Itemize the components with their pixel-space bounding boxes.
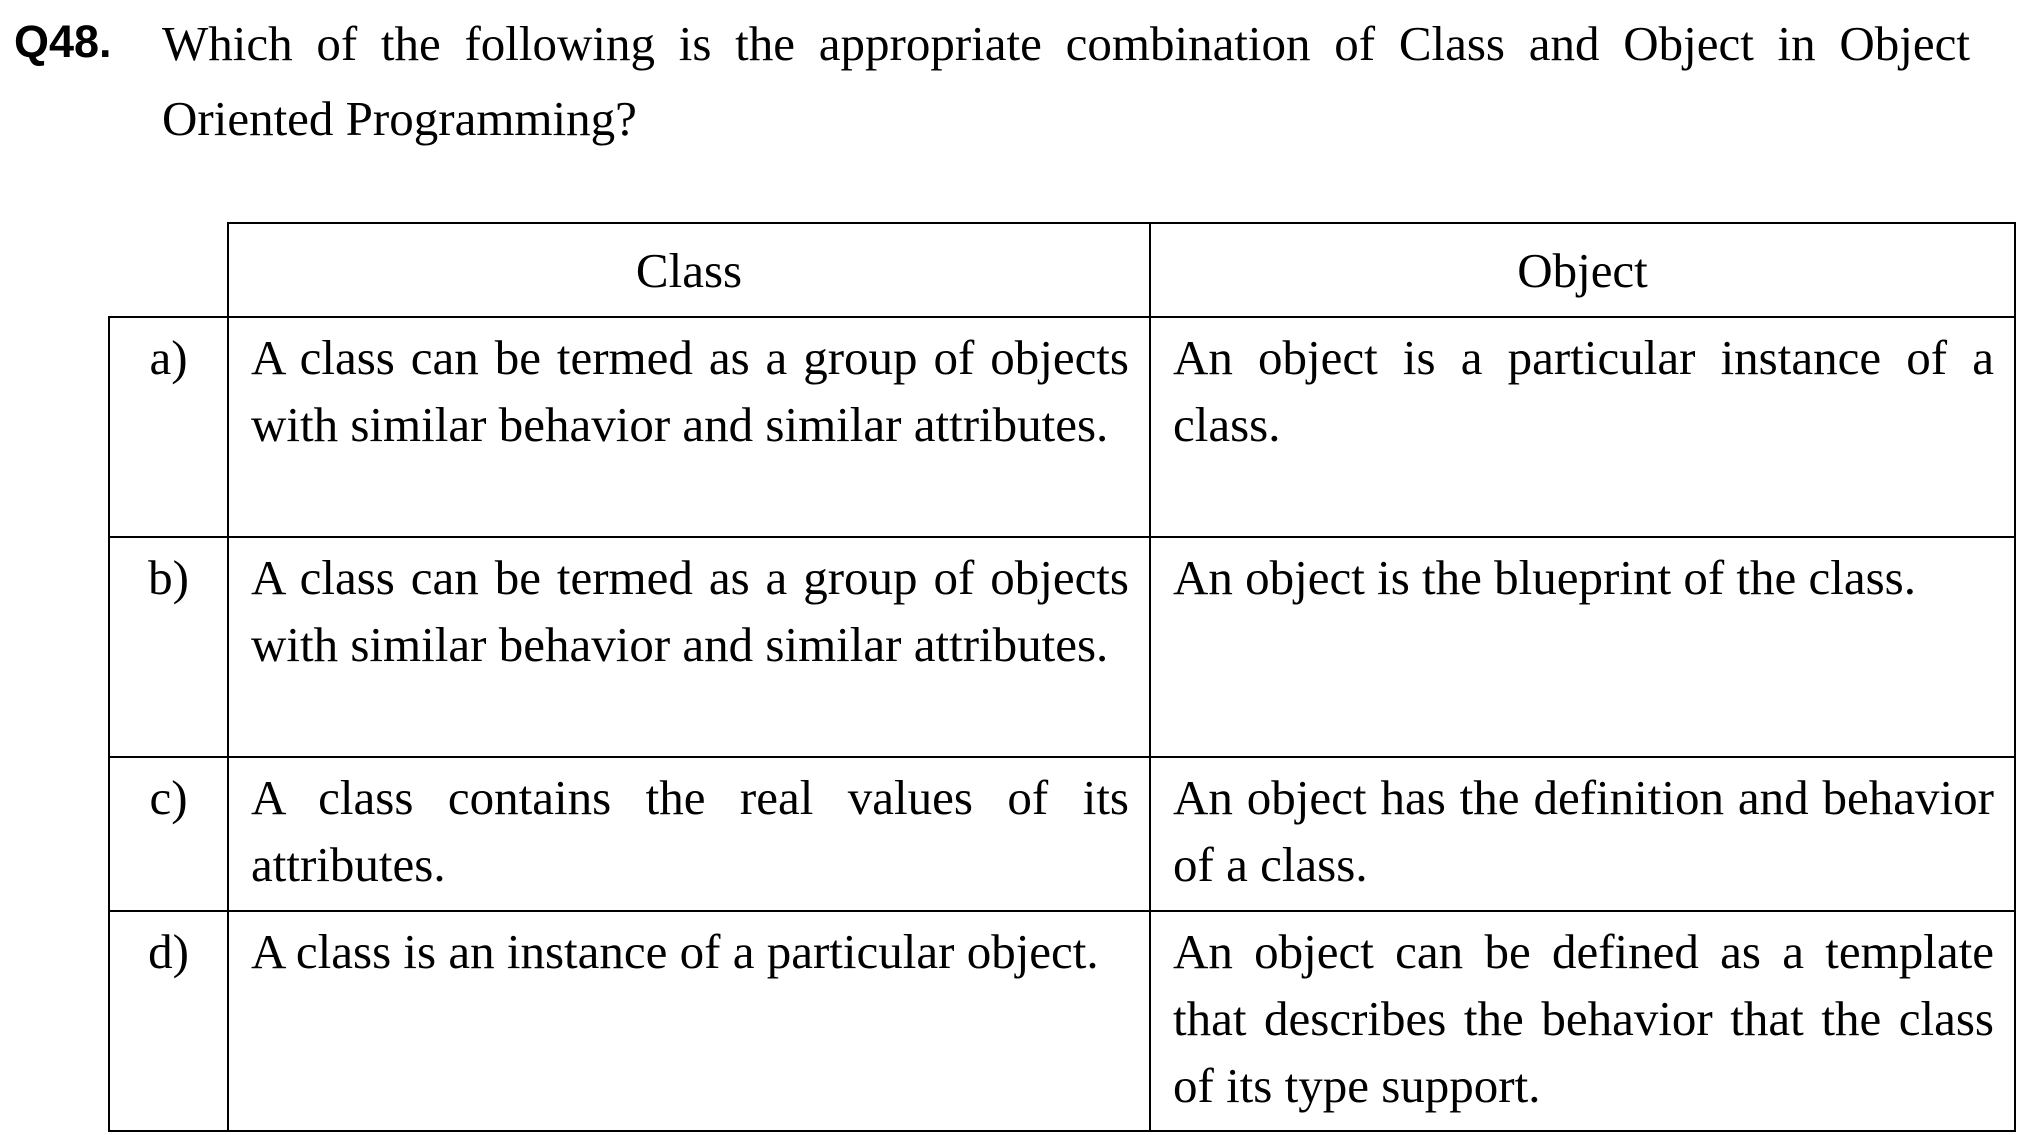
class-description: A class contains the real values of its … <box>227 756 1151 912</box>
object-description: An object can be defined as a template t… <box>1149 910 2016 1132</box>
object-description: An object is a particular instance of a … <box>1149 316 2016 538</box>
class-description: A class can be termed as a group of obje… <box>227 536 1151 758</box>
column-header-object: Object <box>1149 222 2016 318</box>
question-text: Which of the following is the appropriat… <box>162 16 1970 146</box>
column-header-class: Class <box>227 222 1151 318</box>
option-letter: d) <box>108 910 229 1132</box>
question-number: Q48. <box>14 16 112 67</box>
table-row-option-c: c) A class contains the real values of i… <box>108 756 2016 912</box>
class-description: A class can be termed as a group of obje… <box>227 316 1151 538</box>
option-letter: a) <box>108 316 229 538</box>
object-description: An object has the definition and behavio… <box>1149 756 2016 912</box>
option-letter: c) <box>108 756 229 912</box>
class-description: A class is an instance of a particular o… <box>227 910 1151 1132</box>
object-description: An object is the blueprint of the class. <box>1149 536 2016 758</box>
option-letter: b) <box>108 536 229 758</box>
table-row-option-a: a) A class can be termed as a group of o… <box>108 316 2016 538</box>
table-header-row: Class Object <box>109 222 2016 318</box>
blank-corner-cell <box>109 223 229 318</box>
options-table: Class Object a) A class can be termed as… <box>108 222 2016 1132</box>
table-row-option-b: b) A class can be termed as a group of o… <box>108 536 2016 758</box>
table-row-option-d: d) A class is an instance of a particula… <box>108 910 2016 1132</box>
